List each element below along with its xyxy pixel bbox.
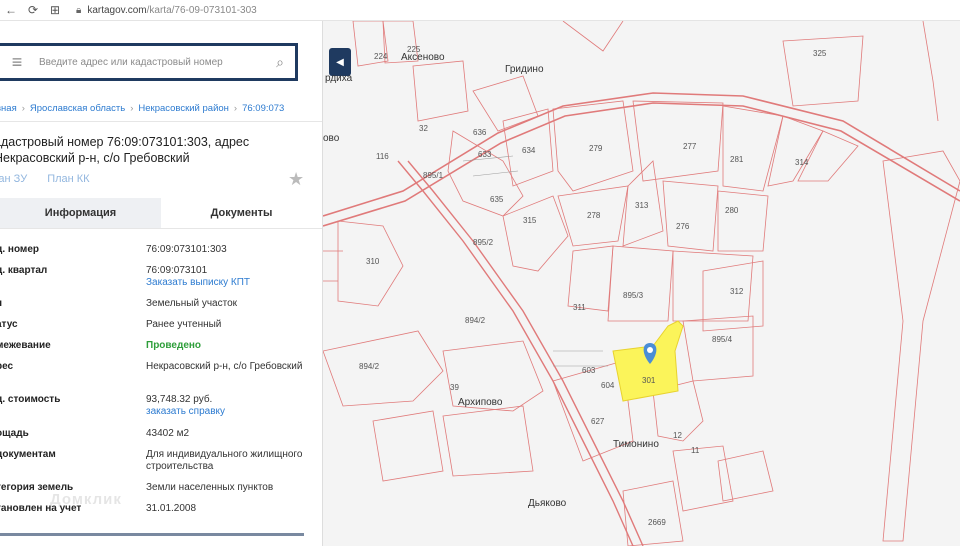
panel-bottom-bar [0, 533, 304, 536]
detail-label: п [0, 298, 2, 310]
lock-icon: 🔒︎ [76, 4, 82, 16]
address-bar[interactable]: kartagov.com/karta/76-09-073101-303 [87, 5, 256, 16]
detail-value: Некрасовский р-н, с/о Гребовский [146, 361, 303, 372]
parcel-number[interactable]: 276 [676, 222, 689, 231]
parcel-number[interactable]: 895/3 [623, 291, 643, 300]
parcel-number[interactable]: 636 [473, 128, 486, 137]
detail-value: Проведено [146, 340, 202, 351]
breadcrumb-item[interactable]: вная [0, 103, 17, 114]
parcel-number[interactable]: 325 [813, 49, 826, 58]
village-label: Тимонино [613, 439, 659, 450]
tab-documents[interactable]: Документы [161, 198, 322, 228]
parcel-number[interactable]: 895/1 [423, 171, 443, 180]
collapse-panel-button[interactable]: ◀ [329, 48, 351, 76]
parcel-number[interactable]: 603 [582, 366, 595, 375]
parcel-number[interactable]: 312 [730, 287, 743, 296]
village-label: Архипово [458, 397, 503, 408]
parcel-number[interactable]: 32 [419, 124, 428, 133]
detail-value: Земли населенных пунктов [146, 482, 274, 493]
tab-bar: Информация Документы [0, 198, 322, 229]
parcel-number[interactable]: 895/4 [712, 335, 732, 344]
detail-value: 31.01.2008 [146, 503, 197, 514]
watermark: Домклик [50, 491, 122, 508]
url-path: /karta/76-09-073101-303 [146, 4, 257, 16]
tab-information[interactable]: Информация [0, 198, 161, 228]
back-icon[interactable]: ← [0, 3, 22, 17]
parcel-number[interactable]: 2669 [648, 518, 666, 527]
parcel-number[interactable]: 281 [730, 155, 743, 164]
parcel-number[interactable]: 894/2 [359, 362, 379, 371]
detail-label: ощадь [0, 428, 29, 439]
cadastral-map[interactable]: ◀ Аксеново Гридино рдиха ово Архипово Ти… [323, 21, 960, 546]
parcel-number[interactable]: 894/2 [465, 316, 485, 325]
detail-value-wrap: 93,748.32 руб. заказать справку [146, 394, 316, 418]
parcel-number[interactable]: 895/2 [473, 238, 493, 247]
breadcrumb: вная›Ярославская область›Некрасовский ра… [0, 103, 284, 114]
detail-value: Ранее учтенный [146, 319, 222, 330]
detail-label: д. номер [0, 244, 39, 255]
search-icon[interactable]: ⌕ [265, 54, 295, 71]
parcel-number[interactable]: 224 [374, 52, 387, 61]
detail-value: 76:09:073101:303 [146, 244, 227, 255]
parcel-number[interactable]: 277 [683, 142, 696, 151]
detail-label: рес [0, 361, 14, 372]
parcel-number[interactable]: 635 [490, 195, 503, 204]
parcel-number[interactable]: 39 [450, 383, 459, 392]
parcel-number[interactable]: 225 [407, 45, 420, 54]
parcel-number[interactable]: 278 [587, 211, 600, 220]
parcel-number[interactable]: 280 [725, 206, 738, 215]
object-title: адастровый номер 76:09:073101:303, адрес… [0, 135, 250, 165]
parcel-number[interactable]: 11 [691, 446, 699, 455]
parcel-number[interactable]: 633 [478, 150, 491, 159]
parcel-number[interactable]: 116 [376, 152, 389, 161]
parcel-number[interactable]: 604 [601, 381, 614, 390]
detail-label: д. стоимость [0, 394, 61, 405]
browser-bar: ← ⟳ ⊞ 🔒︎ kartagov.com/karta/76-09-073101… [0, 0, 960, 21]
url-host: kartagov.com [87, 4, 147, 16]
search-box: ≡ ⌕ [0, 43, 298, 81]
parcel-number[interactable]: 12 [673, 431, 682, 440]
parcel-number[interactable]: 313 [635, 201, 648, 210]
apps-icon[interactable]: ⊞ [44, 3, 66, 17]
order-certificate-link[interactable]: заказать справку [146, 406, 316, 418]
detail-label: документам [0, 449, 56, 460]
plan-links: лан ЗУ План КК [0, 173, 110, 185]
parcel-number[interactable]: 310 [366, 257, 379, 266]
parcel-number[interactable]: 301 [642, 376, 655, 385]
parcel-number[interactable]: 315 [523, 216, 536, 225]
detail-label: межевание [0, 340, 51, 351]
parcel-boundaries [323, 21, 960, 546]
search-input[interactable] [37, 55, 265, 69]
village-label: рдиха [325, 73, 353, 84]
breadcrumb-item[interactable]: Некрасовский район [138, 103, 229, 114]
detail-value: Земельный участок [146, 298, 238, 309]
menu-icon[interactable]: ≡ [0, 52, 37, 73]
parcel-number[interactable]: 279 [589, 144, 602, 153]
road-lines [462, 155, 608, 367]
detail-label: д. квартал [0, 265, 48, 276]
info-panel: ≡ ⌕ вная›Ярославская область›Некрасовски… [0, 21, 323, 546]
breadcrumb-item[interactable]: 76:09:073 [242, 103, 284, 114]
order-kpt-link[interactable]: Заказать выписку КПТ [146, 277, 316, 289]
plan-zu-link[interactable]: лан ЗУ [0, 173, 27, 185]
village-label: Гридино [505, 64, 544, 75]
parcel-number[interactable]: 314 [795, 158, 808, 167]
favorite-star-icon[interactable]: ★ [288, 169, 304, 190]
reload-icon[interactable]: ⟳ [22, 3, 44, 17]
divider [0, 121, 322, 122]
village-label: Дьяково [528, 498, 567, 509]
parcel-number[interactable]: 634 [522, 146, 535, 155]
map-canvas[interactable] [323, 21, 960, 546]
plan-kk-link[interactable]: План КК [47, 173, 89, 185]
detail-value-wrap: 76:09:073101 Заказать выписку КПТ [146, 265, 316, 289]
parcel-number[interactable]: 311 [573, 303, 586, 312]
detail-value: 43402 м2 [146, 428, 190, 439]
detail-value: Для индивидуального жилищного строительс… [146, 449, 303, 472]
village-label: ово [323, 133, 340, 144]
detail-value: 93,748.32 руб. [146, 394, 213, 405]
parcel-number[interactable]: 627 [591, 417, 604, 426]
breadcrumb-item[interactable]: Ярославская область [30, 103, 125, 114]
detail-value: 76:09:073101 [146, 265, 208, 276]
detail-label: атус [0, 319, 18, 330]
